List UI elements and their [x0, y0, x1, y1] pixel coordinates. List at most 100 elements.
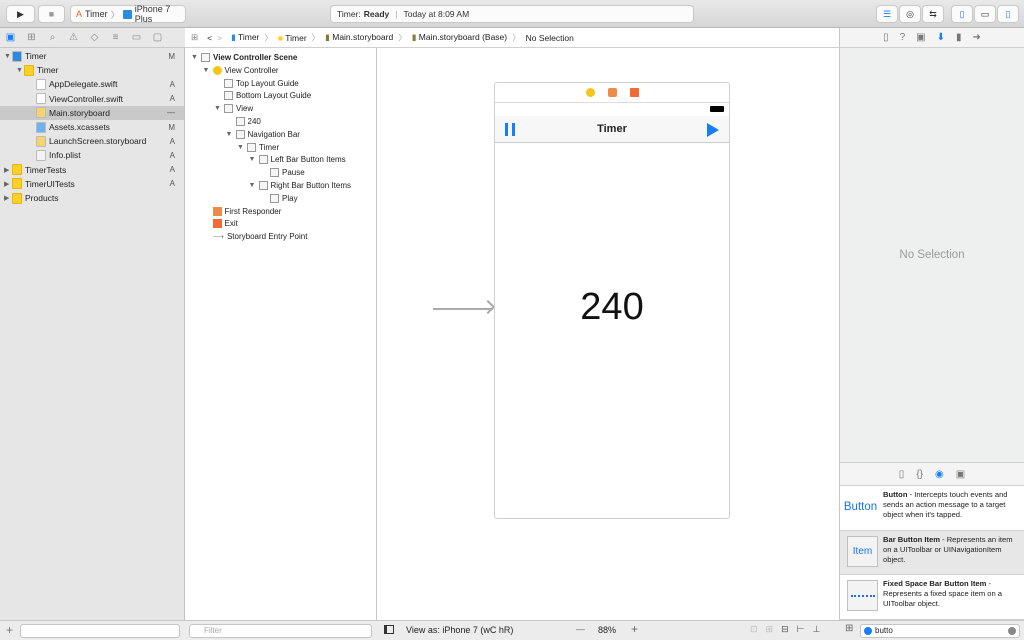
- outline-item-label: Timer: [259, 142, 280, 152]
- auto-layout-controls[interactable]: ⊡⊞⊟⊢⊥: [750, 624, 828, 635]
- navigator-item[interactable]: ViewController.swift A: [0, 92, 184, 106]
- stop-button[interactable]: ■: [38, 5, 65, 23]
- outline-item[interactable]: ▼ Right Bar Button Items: [249, 179, 351, 192]
- navigator-item[interactable]: ▼ Timer: [0, 63, 184, 77]
- library-filter-input[interactable]: butto: [860, 624, 1020, 638]
- navigator-filter-input[interactable]: [20, 624, 180, 638]
- navigator-item[interactable]: AppDelegate.swift A: [0, 77, 184, 91]
- view-as-device[interactable]: View as: iPhone 7 (wC hR): [406, 625, 513, 635]
- navigator-item[interactable]: ▶ TimerUITests A: [0, 177, 184, 191]
- navigator-item[interactable]: Info.plist A: [0, 148, 184, 162]
- library-item[interactable]: Fixed Space Bar Button Item - Represents…: [839, 575, 1024, 620]
- clear-filter-icon[interactable]: [1008, 627, 1016, 635]
- disclosure-open-icon[interactable]: ▼: [237, 144, 247, 151]
- library-item[interactable]: Item Bar Button Item - Represents an item…: [839, 531, 1024, 575]
- outline-item[interactable]: Play: [270, 192, 298, 205]
- disclosure-open-icon[interactable]: ▼: [226, 131, 236, 138]
- navigation-bar[interactable]: Timer: [495, 116, 729, 143]
- navigator-item[interactable]: ▼ Timer M: [0, 49, 184, 63]
- file-template-library-icon[interactable]: ▯: [899, 469, 905, 480]
- scheme-selector[interactable]: A Timer 〉 iPhone 7 Plus: [70, 4, 186, 24]
- toolbar: ▶ ■ A Timer 〉 iPhone 7 Plus Timer: Ready | T…: [0, 0, 1024, 28]
- outline-item[interactable]: ▼ View Controller Scene: [191, 51, 297, 64]
- breadcrumb-folder[interactable]: ■ Timer: [278, 33, 307, 43]
- media-library-icon[interactable]: ▣: [956, 469, 965, 480]
- forward-icon[interactable]: >: [217, 33, 222, 43]
- back-icon[interactable]: <: [207, 33, 212, 43]
- disclosure-closed-icon[interactable]: ▶: [4, 180, 12, 188]
- outline-item[interactable]: ▼ View: [214, 102, 253, 115]
- toggle-debug-area-icon[interactable]: ▭: [974, 5, 996, 23]
- project-navigator-icon[interactable]: ▣: [0, 32, 21, 43]
- disclosure-open-icon[interactable]: ▼: [214, 105, 224, 112]
- run-button[interactable]: ▶: [6, 5, 35, 23]
- file-inspector-icon[interactable]: ▯: [883, 32, 889, 43]
- quick-help-icon[interactable]: ?: [900, 32, 906, 43]
- assistant-editor-icon[interactable]: ◎: [899, 5, 921, 23]
- toggle-utilities-icon[interactable]: ▯: [997, 5, 1019, 23]
- outline-item[interactable]: Exit: [212, 217, 238, 230]
- disclosure-closed-icon[interactable]: ▶: [4, 194, 12, 202]
- related-items-icon[interactable]: ⊞: [191, 32, 198, 43]
- library-item[interactable]: Button Button - Intercepts touch events a…: [839, 486, 1024, 531]
- disclosure-open-icon[interactable]: ▼: [249, 156, 259, 163]
- add-file-icon[interactable]: +: [6, 623, 13, 637]
- standard-editor-icon[interactable]: ☰: [876, 5, 898, 23]
- disclosure-open-icon[interactable]: ▼: [191, 54, 201, 61]
- version-editor-icon[interactable]: ⇆: [922, 5, 944, 23]
- identity-inspector-icon[interactable]: ▣: [916, 32, 925, 43]
- outline-item[interactable]: ▼ Timer: [237, 141, 280, 154]
- connections-inspector-icon[interactable]: ➜: [973, 32, 981, 43]
- disclosure-open-icon[interactable]: ▼: [203, 67, 213, 74]
- navigator-item[interactable]: ▶ Products: [0, 191, 184, 205]
- outline-item[interactable]: ⟶ Storyboard Entry Point: [213, 230, 308, 243]
- zoom-in-button[interactable]: +: [631, 622, 638, 636]
- object-library-icon[interactable]: ◉: [935, 469, 944, 480]
- pause-button[interactable]: [505, 123, 515, 136]
- outline-item[interactable]: Bottom Layout Guide: [224, 89, 311, 102]
- disclosure-closed-icon[interactable]: ▶: [4, 166, 12, 174]
- debug-navigator-icon[interactable]: ≡: [105, 32, 126, 43]
- outline-item-label: Exit: [224, 219, 238, 229]
- view-controller-scene[interactable]: Timer 240: [494, 82, 730, 519]
- symbol-navigator-icon[interactable]: ⊞: [21, 32, 42, 43]
- outline-item[interactable]: First Responder: [212, 205, 281, 218]
- outline-filter-input[interactable]: Filter: [189, 624, 372, 638]
- code-snippet-library-icon[interactable]: {}: [916, 469, 923, 480]
- breadcrumb-file[interactable]: ▮ Main.storyboard: [325, 32, 393, 43]
- disclosure-open-icon[interactable]: ▼: [249, 182, 259, 189]
- view-controller-icon[interactable]: [585, 88, 595, 97]
- navigator-item[interactable]: Main.storyboard —: [0, 105, 184, 120]
- find-navigator-icon[interactable]: ⌕: [42, 32, 63, 43]
- scm-status: A: [169, 179, 175, 189]
- breakpoint-navigator-icon[interactable]: ▭: [126, 32, 147, 43]
- disclosure-open-icon[interactable]: ▼: [4, 53, 12, 60]
- navigator-item[interactable]: ▶ TimerTests A: [0, 163, 184, 177]
- outline-item[interactable]: Pause: [270, 166, 305, 179]
- navigator-item[interactable]: Assets.xcassets M: [0, 120, 184, 134]
- attributes-inspector-icon[interactable]: ⬇: [937, 32, 945, 43]
- toggle-navigator-icon[interactable]: ▯: [951, 5, 973, 23]
- report-navigator-icon[interactable]: ▢: [147, 32, 168, 43]
- outline-item[interactable]: ▼ Navigation Bar: [226, 128, 300, 141]
- disclosure-open-icon[interactable]: ▼: [16, 67, 24, 74]
- navigator-item-label: Assets.xcassets: [49, 122, 110, 132]
- breadcrumb-localization[interactable]: ▮ Main.storyboard (Base): [412, 32, 507, 43]
- first-responder-icon[interactable]: [607, 88, 617, 97]
- outline-item[interactable]: 240: [235, 115, 261, 128]
- play-button[interactable]: [707, 123, 719, 137]
- test-navigator-icon[interactable]: ◇: [84, 32, 105, 43]
- issue-navigator-icon[interactable]: ⚠: [63, 32, 84, 43]
- toggle-outline-icon[interactable]: [384, 625, 394, 634]
- exit-icon[interactable]: [629, 88, 639, 97]
- navigator-item[interactable]: LaunchScreen.storyboard A: [0, 134, 184, 148]
- zoom-out-button[interactable]: —: [576, 624, 585, 634]
- breadcrumb-project[interactable]: ▮ Timer: [231, 32, 259, 43]
- outline-item[interactable]: ▼ Left Bar Button Items: [249, 153, 346, 166]
- outline-item[interactable]: ▼ View Controller: [203, 64, 279, 77]
- outline-item[interactable]: Top Layout Guide: [224, 77, 299, 90]
- library-grid-toggle-icon[interactable]: ⊞: [845, 623, 853, 634]
- size-inspector-icon[interactable]: ▮: [956, 32, 962, 43]
- breadcrumb-selection[interactable]: No Selection: [526, 33, 574, 43]
- counter-label[interactable]: 240: [495, 286, 729, 329]
